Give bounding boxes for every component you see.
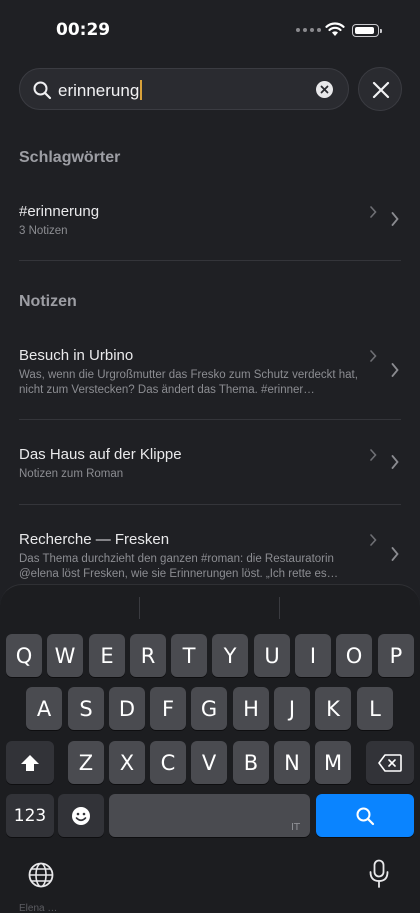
- divider: [19, 504, 401, 505]
- key-e[interactable]: E: [89, 634, 125, 677]
- close-icon: [372, 81, 390, 99]
- list-item-note[interactable]: Das Haus auf der Klippe Notizen zum Roma…: [19, 445, 401, 485]
- chevron-right-icon: [391, 455, 399, 469]
- suggestion-divider: [279, 597, 280, 619]
- note-preview: Das Thema durchzieht den ganzen #roman: …: [19, 553, 339, 580]
- chevron-right-icon: [391, 363, 399, 377]
- shift-icon: [21, 754, 39, 771]
- key-a[interactable]: A: [26, 687, 62, 730]
- key-z[interactable]: Z: [68, 741, 104, 784]
- key-w[interactable]: W: [47, 634, 83, 677]
- list-item-note[interactable]: Recherche — Fresken Das Thema durchzieht…: [19, 530, 401, 582]
- key-c[interactable]: C: [150, 741, 186, 784]
- chevron-right-icon: [370, 350, 377, 362]
- key-y[interactable]: Y: [212, 634, 248, 677]
- background-note-text: Elena …: [19, 903, 58, 913]
- status-bar: 00:29: [0, 0, 420, 56]
- clear-search-button[interactable]: [316, 81, 333, 98]
- key-o[interactable]: O: [336, 634, 372, 677]
- key-l[interactable]: L: [357, 687, 393, 730]
- key-q[interactable]: Q: [6, 634, 42, 677]
- key-i[interactable]: I: [295, 634, 331, 677]
- emoji-icon: [72, 806, 90, 825]
- backspace-icon: [378, 753, 402, 772]
- clear-icon: [320, 85, 329, 94]
- key-k[interactable]: K: [315, 687, 351, 730]
- divider: [19, 419, 401, 420]
- microphone-icon[interactable]: [368, 859, 390, 889]
- globe-icon[interactable]: [27, 861, 55, 889]
- key-g[interactable]: G: [191, 687, 227, 730]
- section-header-notes: Notizen: [19, 293, 77, 310]
- key-u[interactable]: U: [254, 634, 290, 677]
- key-n[interactable]: N: [274, 741, 310, 784]
- status-time: 00:29: [56, 20, 111, 40]
- tag-count: 3 Notizen: [19, 225, 68, 237]
- search-icon: [33, 81, 52, 100]
- key-j[interactable]: J: [274, 687, 310, 730]
- key-b[interactable]: B: [233, 741, 269, 784]
- key-t[interactable]: T: [171, 634, 207, 677]
- search-query: erinnerung: [58, 80, 143, 101]
- battery-icon: [352, 24, 382, 37]
- backspace-key[interactable]: [366, 741, 414, 784]
- close-search-button[interactable]: [358, 67, 402, 111]
- chevron-right-icon: [391, 547, 399, 561]
- note-title: Recherche — Fresken: [19, 531, 170, 548]
- key-d[interactable]: D: [109, 687, 145, 730]
- note-title: Besuch in Urbino: [19, 347, 134, 364]
- space-key[interactable]: IT: [109, 794, 310, 837]
- chevron-right-icon: [370, 449, 377, 461]
- note-preview: Was, wenn die Urgroßmutter das Fresko zu…: [19, 369, 358, 396]
- key-m[interactable]: M: [315, 741, 351, 784]
- search-input[interactable]: erinnerung: [19, 68, 349, 110]
- key-f[interactable]: F: [150, 687, 186, 730]
- chevron-right-icon: [370, 534, 377, 546]
- search-key[interactable]: [316, 794, 414, 837]
- key-x[interactable]: X: [109, 741, 145, 784]
- chevron-right-icon: [391, 212, 399, 226]
- text-caret: [140, 80, 143, 100]
- wifi-icon: [325, 22, 345, 36]
- suggestion-divider: [139, 597, 140, 619]
- search-icon: [356, 807, 375, 825]
- tag-title: #erinnerung: [19, 203, 100, 220]
- shift-key[interactable]: [6, 741, 54, 784]
- note-preview: Notizen zum Roman: [19, 468, 124, 480]
- signal-dots-icon: [296, 28, 321, 32]
- key-r[interactable]: R: [130, 634, 166, 677]
- emoji-key[interactable]: [58, 794, 104, 837]
- numbers-key[interactable]: 123: [6, 794, 54, 837]
- chevron-right-icon: [370, 206, 377, 218]
- note-title: Das Haus auf der Klippe: [19, 446, 182, 463]
- list-item-note[interactable]: Besuch in Urbino Was, wenn die Urgroßmut…: [19, 346, 401, 398]
- key-h[interactable]: H: [233, 687, 269, 730]
- section-header-tags: Schlagwörter: [19, 149, 121, 166]
- key-s[interactable]: S: [68, 687, 104, 730]
- key-v[interactable]: V: [191, 741, 227, 784]
- keyboard: Q W E R T Y U I O P A S D F G H J K L Z …: [0, 584, 420, 913]
- key-p[interactable]: P: [378, 634, 414, 677]
- divider: [19, 260, 401, 261]
- list-item-tag[interactable]: #erinnerung 3 Notizen: [19, 202, 401, 242]
- space-language-label: IT: [290, 822, 300, 833]
